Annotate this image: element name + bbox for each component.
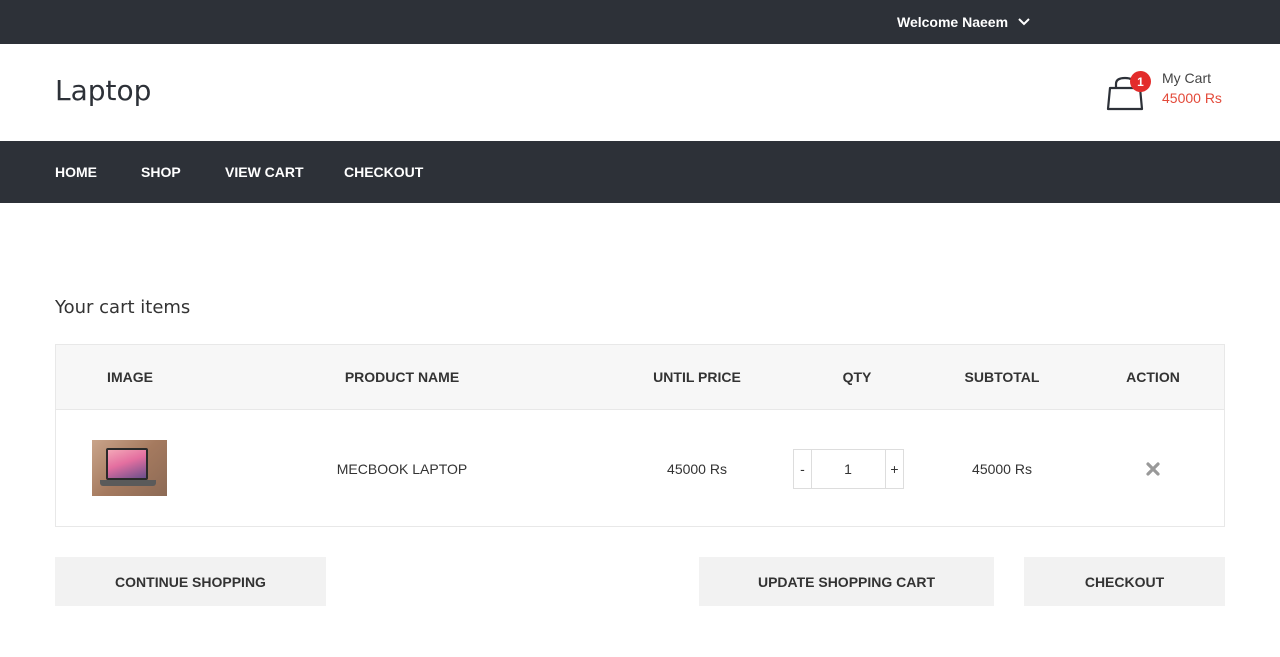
checkout-button[interactable]: CHECKOUT xyxy=(1024,557,1225,606)
user-menu[interactable]: Welcome Naeem xyxy=(897,12,1030,32)
page-title: Your cart items xyxy=(55,297,191,318)
nav-home[interactable]: HOME xyxy=(55,164,97,180)
column-header-product-name: PRODUCT NAME xyxy=(344,369,460,385)
site-header: Laptop 1 My Cart 45000 Rs xyxy=(0,44,1280,141)
welcome-text: Welcome Naeem xyxy=(897,14,1009,30)
chevron-down-icon xyxy=(1018,18,1030,26)
nav-checkout[interactable]: CHECKOUT xyxy=(344,164,423,180)
cart-count-badge: 1 xyxy=(1130,71,1151,92)
table-header: IMAGE PRODUCT NAME UNTIL PRICE QTY SUBTO… xyxy=(56,345,1224,410)
mini-cart[interactable]: 1 My Cart 45000 Rs xyxy=(1106,70,1231,115)
main-nav: HOME SHOP VIEW CART CHECKOUT xyxy=(0,141,1280,203)
nav-view-cart[interactable]: VIEW CART xyxy=(225,164,304,180)
column-header-unit-price: UNTIL PRICE xyxy=(653,369,741,385)
close-icon[interactable] xyxy=(1146,462,1160,476)
update-cart-button[interactable]: UPDATE SHOPPING CART xyxy=(699,557,994,606)
column-header-image: IMAGE xyxy=(107,369,153,385)
product-name[interactable]: MECBOOK LAPTOP xyxy=(337,461,467,477)
column-header-action: ACTION xyxy=(1126,369,1180,385)
continue-shopping-button[interactable]: CONTINUE SHOPPING xyxy=(55,557,326,606)
qty-input[interactable] xyxy=(813,450,883,488)
table-row: MECBOOK LAPTOP 45000 Rs - + 45000 Rs xyxy=(56,411,1224,526)
site-logo[interactable]: Laptop xyxy=(55,74,151,107)
column-header-subtotal: SUBTOTAL xyxy=(964,369,1040,385)
cart-total: 45000 Rs xyxy=(1162,90,1222,106)
unit-price: 45000 Rs xyxy=(667,461,727,477)
laptop-screen-graphic xyxy=(106,448,148,480)
product-thumbnail[interactable] xyxy=(92,440,167,496)
top-bar: Welcome Naeem xyxy=(0,0,1280,44)
cart-label: My Cart xyxy=(1162,70,1211,86)
cart-table: IMAGE PRODUCT NAME UNTIL PRICE QTY SUBTO… xyxy=(55,344,1225,527)
qty-increase-button[interactable]: + xyxy=(885,450,903,488)
quantity-stepper: - + xyxy=(793,449,904,489)
column-header-qty: QTY xyxy=(842,369,872,385)
qty-decrease-button[interactable]: - xyxy=(794,450,812,488)
row-subtotal: 45000 Rs xyxy=(972,461,1032,477)
laptop-base-graphic xyxy=(100,480,156,486)
nav-shop[interactable]: SHOP xyxy=(141,164,181,180)
